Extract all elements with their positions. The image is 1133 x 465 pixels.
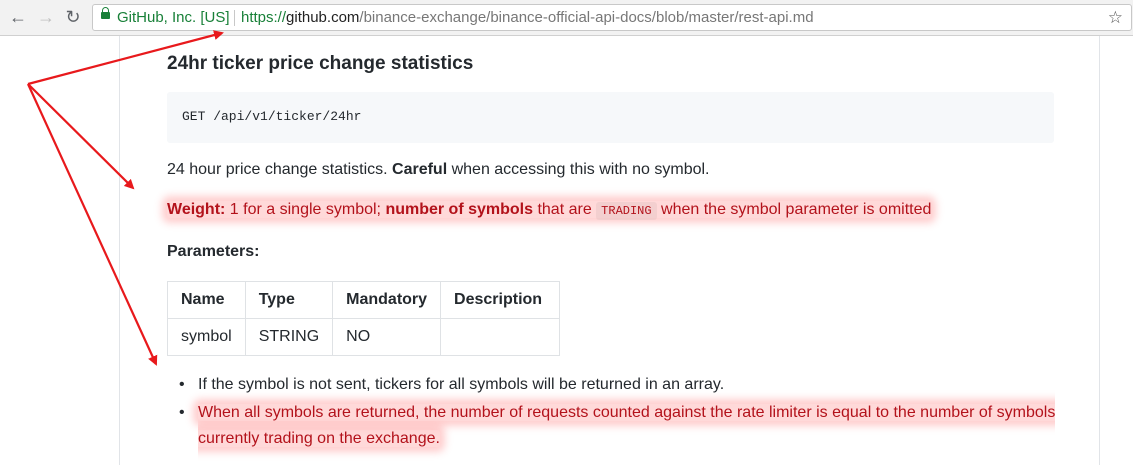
arrow-to-bullets (26, 83, 158, 366)
arrow-to-weight (27, 83, 135, 190)
annotation-arrows (26, 30, 224, 366)
arrow-to-url (27, 30, 224, 86)
